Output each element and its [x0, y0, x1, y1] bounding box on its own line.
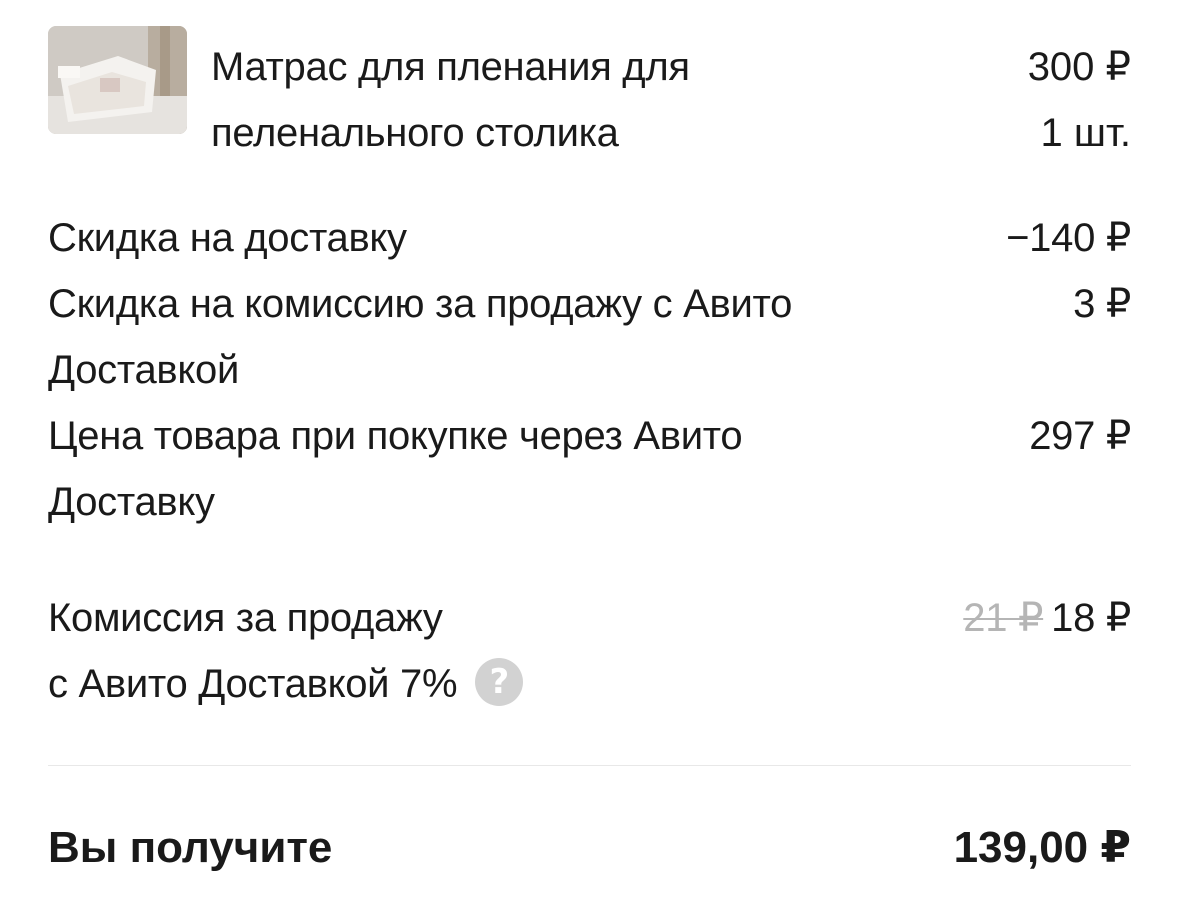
product-price: 300 ₽ [1027, 45, 1131, 89]
delivery-discount-value: −140 ₽ [1006, 216, 1131, 260]
product-quantity: 1 шт. [1040, 111, 1131, 155]
commission-label-line-1: Комиссия за продажу [48, 596, 443, 640]
delivery-price-label-line-2: Доставку [48, 480, 215, 524]
commission-value: 21 ₽18 ₽ [963, 585, 1131, 651]
commission-label-line-2-text: с Авито Доставкой 7% [48, 662, 458, 706]
commission-new-value: 18 ₽ [1051, 596, 1131, 640]
delivery-price-label: Цена товара при покупке через Авито Дост… [48, 403, 948, 535]
delivery-discount-label: Скидка на доставку [48, 216, 407, 260]
commission-row: Комиссия за продажу с Авито Доставкой 7%… [48, 585, 1131, 717]
commission-discount-label: Скидка на комиссию за продажу с Авито До… [48, 271, 948, 403]
commission-discount-value: 3 ₽ [1073, 282, 1131, 326]
product-photo-icon [48, 26, 187, 134]
product-item[interactable]: Матрас для пленания для пеленального сто… [48, 24, 1131, 155]
delivery-price-value: 297 ₽ [1029, 414, 1131, 458]
product-title-line-1: Матрас для пленания для [211, 45, 690, 89]
delivery-price-label-line-1: Цена товара при покупке через Авито [48, 414, 743, 458]
divider [48, 765, 1131, 766]
commission-old-value: 21 ₽ [963, 596, 1044, 640]
product-thumbnail[interactable] [48, 26, 187, 134]
delivery-price-row: Цена товара при покупке через Авито Дост… [48, 403, 1131, 535]
order-summary: Матрас для пленания для пеленального сто… [48, 0, 1131, 916]
commission-discount-label-line-1: Скидка на комиссию за продажу с Авито [48, 282, 793, 326]
total-label: Вы получите [48, 823, 333, 872]
product-title-line-2: пеленального столика [211, 111, 619, 155]
commission-label: Комиссия за продажу с Авито Доставкой 7%… [48, 585, 948, 717]
commission-label-line-2: с Авито Доставкой 7%? [48, 651, 948, 717]
total-value: 139,00 ₽ [953, 823, 1131, 872]
product-title[interactable]: Матрас для пленания для пеленального сто… [211, 34, 831, 166]
commission-discount-row: Скидка на комиссию за продажу с Авито До… [48, 271, 1131, 403]
commission-discount-label-line-2: Доставкой [48, 348, 239, 392]
help-icon[interactable]: ? [475, 658, 524, 707]
